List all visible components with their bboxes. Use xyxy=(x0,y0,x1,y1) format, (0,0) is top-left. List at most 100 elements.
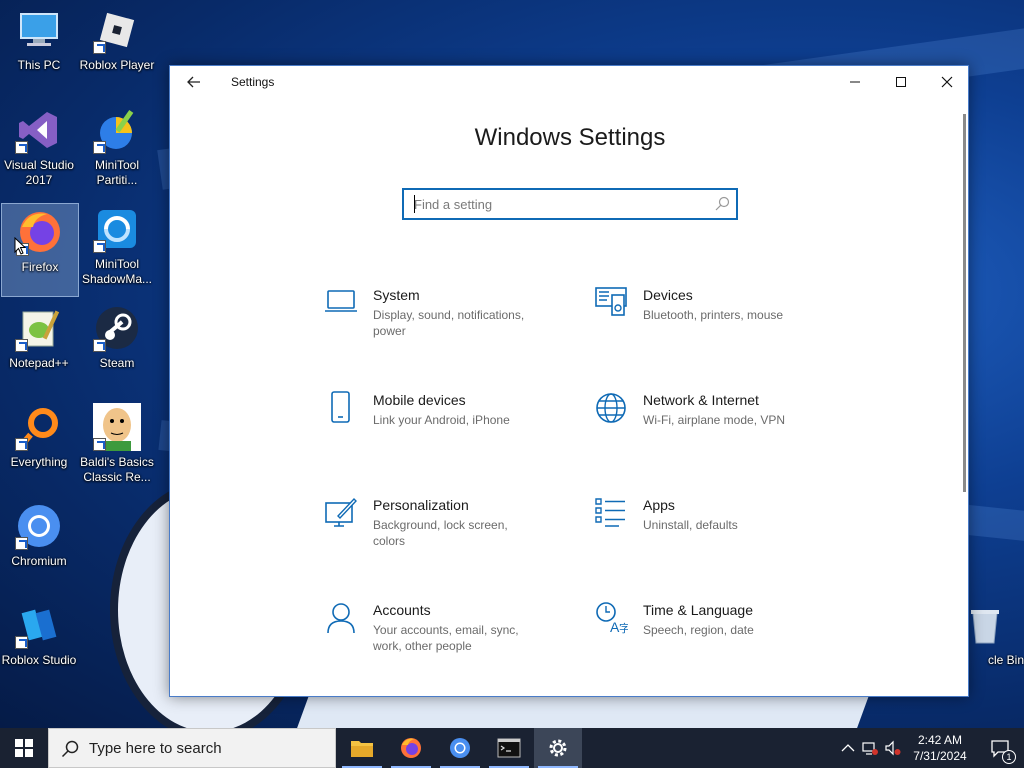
tile-apps[interactable]: Apps Uninstall, defaults xyxy=(594,496,844,566)
taskbar-search-box[interactable]: Type here to search xyxy=(48,728,336,768)
taskbar-firefox[interactable] xyxy=(387,728,435,768)
desktop-icon-everything[interactable]: Everything xyxy=(0,399,78,493)
search-icon[interactable] xyxy=(714,196,730,212)
windows-logo-icon xyxy=(15,739,33,757)
scrollbar[interactable] xyxy=(963,114,966,492)
chromium-icon xyxy=(450,738,470,758)
roblox-studio-icon xyxy=(15,601,63,649)
system-clock[interactable]: 2:42 AM 7/31/2024 xyxy=(905,732,975,764)
gear-icon xyxy=(549,739,567,757)
desktop-icon-roblox-studio[interactable]: Roblox Studio xyxy=(0,597,78,691)
shortcut-arrow-icon xyxy=(93,141,106,154)
shortcut-arrow-icon xyxy=(93,438,106,451)
desktop-icon-label: Notepad++ xyxy=(9,356,69,370)
taskbar-command-prompt[interactable] xyxy=(485,728,533,768)
maximize-button[interactable] xyxy=(878,66,924,98)
tile-title: Personalization xyxy=(373,497,469,513)
shortcut-arrow-icon xyxy=(93,240,106,253)
magnifier-icon xyxy=(15,403,63,451)
tile-description: Background, lock screen, colors xyxy=(373,518,508,548)
page-title: Windows Settings xyxy=(474,124,666,151)
desktop-icon-label: Steam xyxy=(99,356,135,370)
desktop-icon-label: MiniTool ShadowMa... xyxy=(81,257,153,286)
desktop-icon-roblox-player[interactable]: Roblox Player xyxy=(78,2,156,96)
desktop-icon-visual-studio[interactable]: Visual Studio 2017 xyxy=(0,102,78,196)
notification-count-badge: 1 xyxy=(1002,750,1016,764)
desktop-icon-steam[interactable]: Steam xyxy=(78,300,156,394)
steam-icon xyxy=(93,304,141,352)
settings-window: Settings Windows Settings System Display… xyxy=(169,65,969,697)
close-icon xyxy=(941,76,953,88)
back-button[interactable] xyxy=(180,70,208,94)
action-center-button[interactable]: 1 xyxy=(980,728,1020,768)
taskbar: Type here to search 2:42 AM 7/31/2024 1 xyxy=(0,728,1024,768)
settings-search-input[interactable] xyxy=(414,195,704,213)
tile-title: Accounts xyxy=(373,602,431,618)
tile-time-language[interactable]: A字 Time & Language Speech, region, date xyxy=(594,601,844,671)
tile-title: Mobile devices xyxy=(373,392,466,408)
start-button[interactable] xyxy=(0,728,48,768)
tile-title: System xyxy=(373,287,420,303)
shortcut-arrow-icon xyxy=(93,41,106,54)
clock-date: 7/31/2024 xyxy=(913,749,967,763)
tile-accounts[interactable]: Accounts Your accounts, email, sync, wor… xyxy=(324,601,574,671)
apps-list-icon xyxy=(595,498,625,527)
terminal-icon xyxy=(497,738,521,758)
laptop-icon xyxy=(325,290,357,312)
desktop-icon-label: Firefox xyxy=(21,260,59,274)
tile-description: Display, sound, notifications, power xyxy=(373,308,525,338)
minimize-icon xyxy=(850,81,860,83)
chevron-up-icon[interactable] xyxy=(840,740,856,756)
tile-description: Bluetooth, printers, mouse xyxy=(643,308,784,322)
shortcut-arrow-icon xyxy=(15,339,28,352)
visual-studio-icon xyxy=(15,106,63,154)
desktop-icon-minitool-shadowmaker[interactable]: MiniTool ShadowMa... xyxy=(78,201,156,295)
tile-description: Your accounts, email, sync, work, other … xyxy=(373,623,519,653)
desktop-icon-firefox[interactable]: Firefox xyxy=(1,203,79,297)
mouse-cursor-icon xyxy=(14,237,26,255)
person-icon xyxy=(327,603,355,634)
desktop-icon-label: Everything xyxy=(10,455,68,469)
title-bar[interactable]: Settings xyxy=(170,66,968,98)
tile-system[interactable]: System Display, sound, notifications, po… xyxy=(324,286,574,356)
phone-icon xyxy=(331,391,350,423)
network-icon[interactable] xyxy=(862,740,878,756)
desktop-icon-label: Roblox Player xyxy=(79,58,155,72)
desktop-icon-notepad-plus-plus[interactable]: Notepad++ xyxy=(0,300,78,394)
settings-search-box[interactable] xyxy=(402,188,738,220)
tile-network-internet[interactable]: Network & Internet Wi-Fi, airplane mode,… xyxy=(594,391,844,461)
tile-personalization[interactable]: Personalization Background, lock screen,… xyxy=(324,496,574,566)
taskbar-chromium[interactable] xyxy=(436,728,484,768)
desktop-icon-label: This PC xyxy=(17,58,61,72)
minitool-shadowmaker-icon xyxy=(93,205,141,253)
tile-title: Network & Internet xyxy=(643,392,759,408)
text-caret xyxy=(414,195,415,213)
shortcut-arrow-icon xyxy=(15,438,28,451)
taskbar-file-explorer[interactable] xyxy=(338,728,386,768)
devices-icon xyxy=(595,287,627,316)
shortcut-arrow-icon xyxy=(15,537,28,550)
taskbar-settings[interactable] xyxy=(534,728,582,768)
svg-text:字: 字 xyxy=(619,621,628,635)
desktop-icon-label: Visual Studio 2017 xyxy=(4,158,74,187)
search-icon xyxy=(61,740,79,758)
close-button[interactable] xyxy=(924,66,970,98)
roblox-icon xyxy=(93,6,141,54)
desktop-icon-this-pc[interactable]: This PC xyxy=(0,2,78,96)
shortcut-arrow-icon xyxy=(15,636,28,649)
desktop-icon-baldis-basics[interactable]: Baldi's Basics Classic Re... xyxy=(78,399,156,493)
tile-mobile-devices[interactable]: Mobile devices Link your Android, iPhone xyxy=(324,391,574,461)
tile-description: Wi-Fi, airplane mode, VPN xyxy=(643,413,786,427)
tile-title: Devices xyxy=(643,287,693,303)
desktop-icon-label: MiniTool Partiti... xyxy=(94,158,139,187)
baldi-icon xyxy=(93,403,141,451)
tile-devices[interactable]: Devices Bluetooth, printers, mouse xyxy=(594,286,844,356)
volume-muted-icon[interactable] xyxy=(885,740,901,756)
tile-title: Time & Language xyxy=(643,602,753,618)
shortcut-arrow-icon xyxy=(15,141,28,154)
shortcut-arrow-icon xyxy=(93,339,106,352)
desktop-icon-label: Chromium xyxy=(11,554,67,568)
desktop-icon-chromium[interactable]: Chromium xyxy=(0,498,78,592)
minimize-button[interactable] xyxy=(832,66,878,98)
desktop-icon-minitool-partition[interactable]: MiniTool Partiti... xyxy=(78,102,156,196)
